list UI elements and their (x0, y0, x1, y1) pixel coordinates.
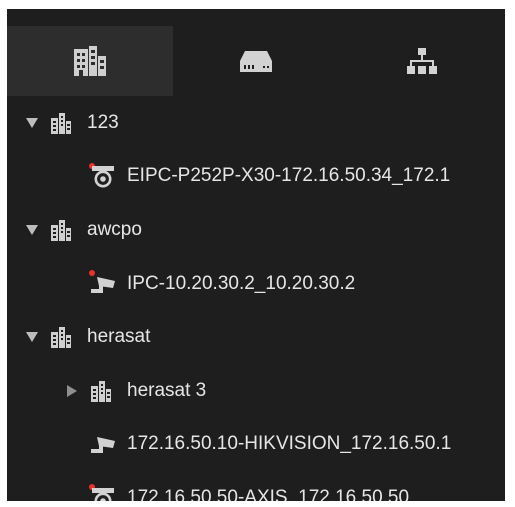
recorder-device-icon (239, 49, 273, 73)
organization-icon (88, 378, 114, 404)
tab-device-view[interactable] (173, 26, 339, 96)
device-tree: 123 EIPC-P252P-X30-172.16.50.34_172.1 aw… (7, 96, 505, 501)
organization-icon (48, 217, 74, 243)
tab-organization-view[interactable] (7, 26, 173, 96)
tree-group-herasat[interactable]: herasat (7, 310, 505, 364)
expanded-caret-icon[interactable] (25, 330, 39, 344)
tree-device-label: IPC-10.20.30.2_10.20.30.2 (127, 272, 356, 294)
building-icon (73, 46, 107, 76)
tree-device-row[interactable]: EIPC-P252P-X30-172.16.50.34_172.1 (7, 150, 505, 204)
expanded-caret-icon[interactable] (25, 116, 39, 130)
tree-group-label: herasat 3 (127, 379, 207, 401)
bullet-camera-icon (90, 431, 116, 457)
tree-device-label: 172.16.50.50-AXIS_172.16.50.50 (127, 486, 410, 501)
view-tab-bar (7, 26, 505, 96)
tree-subgroup-herasat-3[interactable]: herasat 3 (7, 364, 505, 418)
dome-camera-icon (90, 485, 116, 501)
tree-device-row[interactable]: 172.16.50.10-HIKVISION_172.16.50.1 (7, 418, 505, 472)
network-tree-icon (406, 47, 438, 75)
tree-group-awcpo[interactable]: awcpo (7, 203, 505, 257)
tree-device-label: EIPC-P252P-X30-172.16.50.34_172.1 (127, 165, 451, 187)
tree-device-label: 172.16.50.10-HIKVISION_172.16.50.1 (127, 433, 452, 455)
tree-group-label: 123 (87, 111, 119, 133)
tree-group-label: awcpo (87, 218, 142, 240)
expanded-caret-icon[interactable] (25, 223, 39, 237)
organization-icon (48, 324, 74, 350)
dome-camera-icon (90, 163, 116, 189)
tree-device-row[interactable]: IPC-10.20.30.2_10.20.30.2 (7, 257, 505, 311)
tree-device-row[interactable]: 172.16.50.50-AXIS_172.16.50.50 (7, 471, 505, 501)
organization-icon (48, 110, 74, 136)
tab-network-view[interactable] (339, 26, 505, 96)
collapsed-caret-icon[interactable] (65, 384, 79, 398)
device-tree-panel: 123 EIPC-P252P-X30-172.16.50.34_172.1 aw… (7, 9, 505, 501)
tree-group-123[interactable]: 123 (7, 96, 505, 150)
bullet-camera-icon (90, 271, 116, 297)
tree-group-label: herasat (87, 326, 151, 348)
